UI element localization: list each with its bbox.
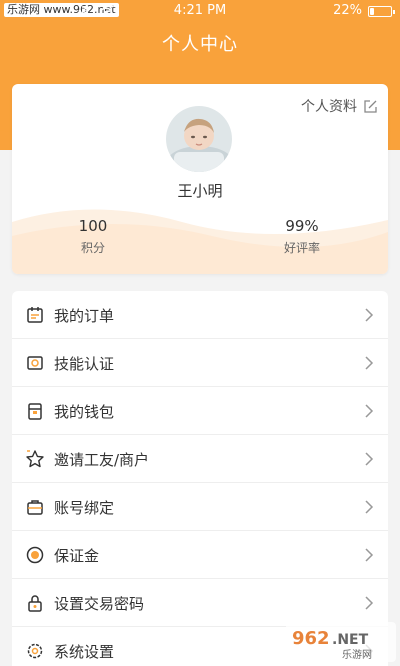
menu-item-wallet[interactable]: 我的钱包 [12,387,388,435]
menu-item-deposit[interactable]: 保证金 [12,531,388,579]
points-stat[interactable]: 100 积分 [33,217,153,256]
chevron-right-icon [365,308,374,322]
rating-stat[interactable]: 99% 好评率 [242,217,362,256]
chevron-right-icon [365,452,374,466]
lock-icon [28,595,42,612]
menu-item-label: 设置交易密码 [54,595,145,613]
menu-item-invite[interactable]: 邀请工友/商户 [12,435,388,483]
watermark-logo: 962 .NET 乐游网 [286,622,396,662]
menu-item-label: 系统设置 [54,643,115,661]
profile-details-link[interactable]: 个人资料 [301,96,378,116]
chevron-right-icon [365,356,374,370]
points-label: 积分 [80,241,105,255]
username: 王小明 [177,182,223,200]
profile-card: 个人资料 王小明 100 积分 99% 好评率 [12,84,388,274]
chevron-right-icon [365,404,374,418]
chevron-right-icon [365,548,374,562]
menu-item-label: 我的订单 [54,307,115,325]
menu-item-label: 邀请工友/商户 [54,451,150,469]
menu-item-transaction-password[interactable]: 设置交易密码 [12,579,388,627]
menu-item-account-binding[interactable]: 账号绑定 [12,483,388,531]
avatar[interactable] [166,106,232,172]
menu-item-orders[interactable]: 我的订单 [12,291,388,339]
points-value: 100 [78,217,108,235]
chevron-right-icon [365,500,374,514]
watermark-number: 962 [292,628,330,649]
battery-fill [370,8,375,15]
rating-value: 99% [285,217,319,235]
battery-icon [368,6,395,17]
menu-list: 我的订单 技能认证 我的钱包 邀请工友/商户 账号绑定 保证金 设置交易密码 系… [12,291,388,666]
menu-item-label: 我的钱包 [54,403,115,421]
watermark-suffix: .NET [332,632,369,648]
chevron-right-icon [365,596,374,610]
edit-icon [364,99,377,113]
coin-icon [26,546,44,564]
briefcase-icon [27,500,43,515]
menu-item-label: 保证金 [54,547,100,565]
wallet-icon [28,403,42,420]
avatar-photo [166,106,232,172]
menu-item-skill-certification[interactable]: 技能认证 [12,339,388,387]
battery-percent: 22% [333,3,362,18]
menu-item-label: 账号绑定 [54,499,115,517]
calendar-icon [27,307,43,323]
watermark-site: 乐游网 [342,648,372,661]
certificate-icon [27,356,43,370]
rating-label: 好评率 [283,241,320,255]
star-icon [26,450,44,468]
profile-details-label: 个人资料 [301,99,357,115]
menu-item-label: 技能认证 [54,355,115,373]
status-bar: 乐游网 www.962.net 通 4:21 PM 22% [0,0,400,22]
gear-icon [27,643,43,659]
page-title: 个人中心 [162,34,238,55]
